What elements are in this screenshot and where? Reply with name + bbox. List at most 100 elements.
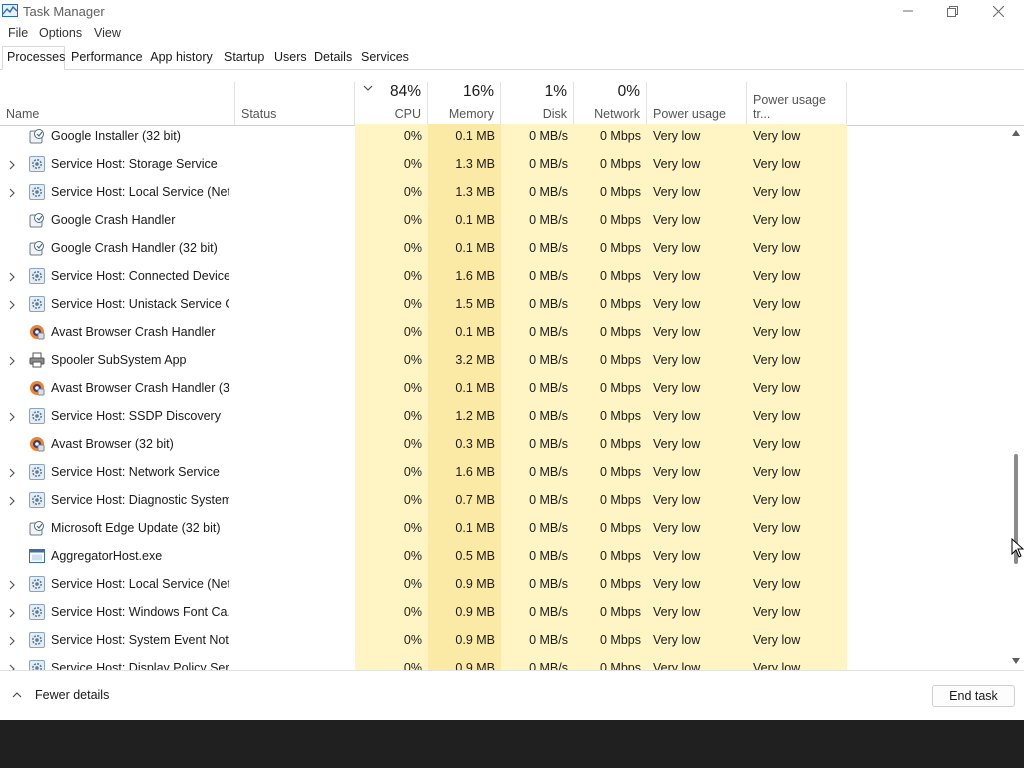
process-name: Google Crash Handler (32 bit) bbox=[51, 241, 218, 255]
expand-chevron-icon[interactable] bbox=[8, 160, 16, 170]
tab-performance[interactable]: Performance bbox=[67, 47, 143, 68]
status-cell bbox=[235, 179, 355, 207]
gear-icon bbox=[29, 296, 45, 312]
tab-startup[interactable]: Startup bbox=[220, 47, 266, 68]
column-header-network[interactable]: 0% Network bbox=[574, 82, 647, 125]
column-header-power-usage-trend[interactable]: Power usage tr... bbox=[747, 82, 847, 125]
process-name: Service Host: SSDP Discovery bbox=[51, 409, 221, 423]
expand-chevron-icon[interactable] bbox=[8, 636, 16, 646]
status-cell bbox=[235, 655, 355, 670]
expand-chevron-icon[interactable] bbox=[8, 468, 16, 478]
disk-cell: 0 MB/s bbox=[529, 409, 568, 423]
menu-view[interactable]: View bbox=[94, 26, 121, 40]
tab-processes[interactable]: Processes bbox=[2, 46, 65, 70]
network-cell: 0 Mbps bbox=[600, 325, 641, 339]
process-row[interactable]: Service Host: Diagnostic System... 0% 0.7 … bbox=[0, 487, 1008, 515]
menu-options[interactable]: Options bbox=[39, 26, 82, 40]
disk-cell: 0 MB/s bbox=[529, 381, 568, 395]
fewer-details-button[interactable]: Fewer details bbox=[12, 688, 109, 702]
memory-cell: 0.9 MB bbox=[455, 633, 495, 647]
mouse-cursor-icon bbox=[1011, 538, 1024, 558]
memory-cell: 0.1 MB bbox=[455, 325, 495, 339]
cpu-cell: 0% bbox=[403, 185, 422, 199]
process-row[interactable]: Spooler SubSystem App 0% 3.2 MB 0 MB/s 0 Mbp… bbox=[0, 347, 1008, 375]
column-header-cpu[interactable]: 84% CPU bbox=[355, 82, 428, 125]
cpu-cell: 0% bbox=[403, 325, 422, 339]
process-row[interactable]: Avast Browser (32 bit) 0% 0.3 MB 0 MB/s 0 Mb… bbox=[0, 431, 1008, 459]
column-header: Name Status 84% CPU 16% Memory 1% Disk 0… bbox=[0, 82, 1024, 126]
process-row[interactable]: Service Host: SSDP Discovery 0% 1.2 MB 0 MB… bbox=[0, 403, 1008, 431]
process-row[interactable]: Avast Browser Crash Handler (3... 0% 0.1 M… bbox=[0, 375, 1008, 403]
process-row[interactable]: Google Installer (32 bit) 0% 0.1 MB 0 MB/s 0… bbox=[0, 124, 1008, 151]
vertical-scrollbar[interactable] bbox=[1008, 124, 1024, 670]
column-header-memory[interactable]: 16% Memory bbox=[428, 82, 501, 125]
tab-users[interactable]: Users bbox=[270, 47, 307, 68]
process-row[interactable]: Service Host: System Event Noti... 0% 0.9 … bbox=[0, 627, 1008, 655]
column-memory-label: Memory bbox=[448, 107, 494, 121]
status-cell bbox=[235, 375, 355, 403]
installer-icon bbox=[29, 128, 45, 144]
title-bar: Task Manager bbox=[0, 0, 1024, 22]
tab-services[interactable]: Services bbox=[357, 47, 409, 68]
expand-chevron-icon[interactable] bbox=[8, 188, 16, 198]
power-usage-trend-cell: Very low bbox=[753, 577, 801, 591]
power-usage-cell: Very low bbox=[653, 437, 701, 451]
cpu-cell: 0% bbox=[403, 129, 422, 143]
process-row[interactable]: Service Host: Storage Service 0% 1.3 MB 0 M… bbox=[0, 151, 1008, 179]
close-button[interactable] bbox=[976, 0, 1021, 22]
restore-button[interactable] bbox=[930, 0, 975, 22]
power-usage-trend-cell: Very low bbox=[753, 241, 801, 255]
tab-details[interactable]: Details bbox=[310, 47, 354, 68]
menu-file[interactable]: File bbox=[8, 26, 28, 40]
process-row[interactable]: Google Crash Handler 0% 0.1 MB 0 MB/s 0 Mbps… bbox=[0, 207, 1008, 235]
column-header-disk[interactable]: 1% Disk bbox=[501, 82, 574, 125]
process-row[interactable]: Avast Browser Crash Handler 0% 0.1 MB 0 MB/… bbox=[0, 319, 1008, 347]
memory-cell: 1.6 MB bbox=[455, 269, 495, 283]
network-cell: 0 Mbps bbox=[600, 157, 641, 171]
process-row[interactable]: Service Host: Windows Font Ca... 0% 0.9 MB… bbox=[0, 599, 1008, 627]
process-name: Google Installer (32 bit) bbox=[51, 129, 181, 143]
scroll-down-arrow-icon[interactable] bbox=[1012, 658, 1020, 664]
expand-chevron-icon[interactable] bbox=[8, 356, 16, 366]
expand-chevron-icon[interactable] bbox=[8, 608, 16, 618]
expand-chevron-icon[interactable] bbox=[8, 300, 16, 310]
expand-chevron-icon[interactable] bbox=[8, 412, 16, 422]
process-row[interactable]: Google Crash Handler (32 bit) 0% 0.1 MB 0 M… bbox=[0, 235, 1008, 263]
network-cell: 0 Mbps bbox=[600, 661, 641, 670]
process-row[interactable]: Microsoft Edge Update (32 bit) 0% 0.1 MB 0 … bbox=[0, 515, 1008, 543]
process-row[interactable]: AggregatorHost.exe 0% 0.5 MB 0 MB/s 0 Mbps Ve… bbox=[0, 543, 1008, 571]
process-row[interactable]: Service Host: Unistack Service G... 0% 1.5… bbox=[0, 291, 1008, 319]
process-row[interactable]: Service Host: Local Service (Net... 0% 1.3… bbox=[0, 179, 1008, 207]
scroll-up-arrow-icon[interactable] bbox=[1012, 130, 1020, 136]
tab-app-history[interactable]: App history bbox=[146, 47, 217, 68]
process-row[interactable]: Service Host: Connected Device... 0% 1.6 M… bbox=[0, 263, 1008, 291]
expand-chevron-icon[interactable] bbox=[8, 272, 16, 282]
cpu-cell: 0% bbox=[403, 353, 422, 367]
process-row[interactable]: Service Host: Display Policy Serv... 0% 0.… bbox=[0, 655, 1008, 670]
power-usage-trend-cell: Very low bbox=[753, 297, 801, 311]
process-row[interactable]: Service Host: Local Service (Net... 0% 0.9… bbox=[0, 571, 1008, 599]
task-manager-window: Task Manager File Options View Processes… bbox=[0, 0, 1024, 720]
status-cell bbox=[235, 291, 355, 319]
minimize-button[interactable] bbox=[885, 0, 930, 22]
process-name: Service Host: Diagnostic System... bbox=[51, 493, 229, 507]
memory-cell: 1.6 MB bbox=[455, 465, 495, 479]
power-usage-trend-cell: Very low bbox=[753, 409, 801, 423]
network-cell: 0 Mbps bbox=[600, 409, 641, 423]
cpu-cell: 0% bbox=[403, 269, 422, 283]
column-header-power-usage[interactable]: Power usage bbox=[647, 82, 747, 125]
expand-chevron-icon[interactable] bbox=[8, 496, 16, 506]
process-name: Service Host: Unistack Service G... bbox=[51, 297, 229, 311]
column-header-name[interactable]: Name bbox=[0, 82, 235, 125]
column-header-status[interactable]: Status bbox=[235, 82, 355, 125]
process-row[interactable]: Service Host: Network Service 0% 1.6 MB 0 M… bbox=[0, 459, 1008, 487]
cpu-cell: 0% bbox=[403, 521, 422, 535]
status-cell bbox=[235, 403, 355, 431]
memory-cell: 0.7 MB bbox=[455, 493, 495, 507]
expand-chevron-icon[interactable] bbox=[8, 580, 16, 590]
gear-icon bbox=[29, 632, 45, 648]
network-total-percent: 0% bbox=[617, 83, 640, 100]
disk-cell: 0 MB/s bbox=[529, 241, 568, 255]
end-task-button[interactable]: End task bbox=[932, 685, 1015, 707]
memory-cell: 0.1 MB bbox=[455, 241, 495, 255]
